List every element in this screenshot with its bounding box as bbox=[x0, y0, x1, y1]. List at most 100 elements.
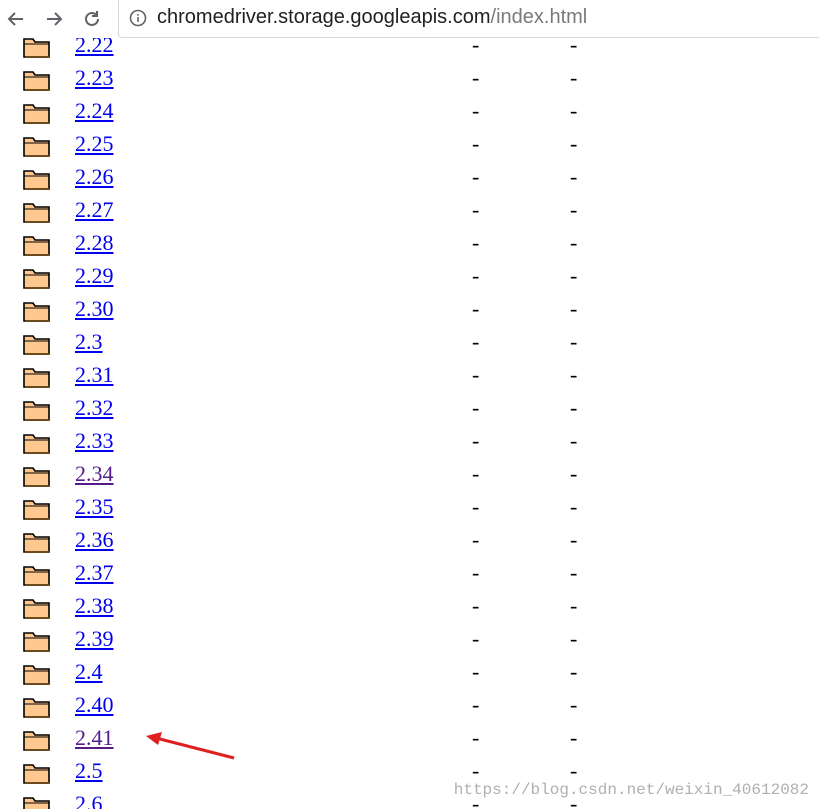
list-item: 2.22 - - bbox=[0, 38, 819, 63]
size-cell: - bbox=[570, 428, 578, 453]
address-bar[interactable]: chromedriver.storage.googleapis.com/inde… bbox=[118, 0, 819, 38]
folder-link[interactable]: 2.29 bbox=[75, 263, 114, 289]
reload-icon bbox=[85, 11, 99, 26]
url-host: chromedriver.storage.googleapis.com bbox=[157, 6, 491, 28]
size-cell: - bbox=[570, 263, 578, 288]
last-modified-cell: - bbox=[472, 593, 480, 618]
last-modified-cell: - bbox=[472, 560, 480, 585]
folder-link[interactable]: 2.37 bbox=[75, 560, 114, 586]
size-cell: - bbox=[570, 461, 578, 486]
list-item: 2.34 - - bbox=[0, 459, 819, 492]
list-item: 2.24 - - bbox=[0, 96, 819, 129]
folder-icon bbox=[23, 764, 50, 784]
folder-link[interactable]: 2.35 bbox=[75, 494, 114, 520]
last-modified-cell: - bbox=[472, 329, 480, 354]
folder-link[interactable]: 2.41 bbox=[75, 725, 114, 751]
last-modified-cell: - bbox=[472, 494, 480, 519]
folder-link[interactable]: 2.39 bbox=[75, 626, 114, 652]
size-cell: - bbox=[570, 38, 578, 57]
arrow-left-icon bbox=[7, 12, 23, 26]
last-modified-cell: - bbox=[472, 527, 480, 552]
folder-link[interactable]: 2.34 bbox=[75, 461, 114, 487]
folder-icon bbox=[23, 302, 50, 322]
folder-link[interactable]: 2.28 bbox=[75, 230, 114, 256]
last-modified-cell: - bbox=[472, 98, 480, 123]
reload-button[interactable] bbox=[76, 3, 108, 35]
last-modified-cell: - bbox=[472, 263, 480, 288]
list-item: 2.35 - - bbox=[0, 492, 819, 525]
folder-link[interactable]: 2.40 bbox=[75, 692, 114, 718]
folder-link[interactable]: 2.24 bbox=[75, 98, 114, 124]
size-cell: - bbox=[570, 98, 578, 123]
folder-link[interactable]: 2.5 bbox=[75, 758, 103, 784]
list-item: 2.25 - - bbox=[0, 129, 819, 162]
last-modified-cell: - bbox=[472, 131, 480, 156]
list-item: 2.31 - - bbox=[0, 360, 819, 393]
folder-icon bbox=[23, 698, 50, 718]
folder-link[interactable]: 2.4 bbox=[75, 659, 103, 685]
list-item: 2.40 - - bbox=[0, 690, 819, 723]
size-cell: - bbox=[570, 725, 578, 750]
list-item: 2.39 - - bbox=[0, 624, 819, 657]
browser-toolbar: chromedriver.storage.googleapis.com/inde… bbox=[0, 0, 819, 38]
back-button[interactable] bbox=[0, 3, 32, 35]
folder-link[interactable]: 2.32 bbox=[75, 395, 114, 421]
size-cell: - bbox=[570, 230, 578, 255]
folder-icon bbox=[23, 665, 50, 685]
folder-icon bbox=[23, 632, 50, 652]
folder-icon bbox=[23, 335, 50, 355]
folder-icon bbox=[23, 203, 50, 223]
list-item: 2.28 - - bbox=[0, 228, 819, 261]
folder-link[interactable]: 2.36 bbox=[75, 527, 114, 553]
watermark: https://blog.csdn.net/weixin_40612082 bbox=[453, 781, 809, 799]
list-item: 2.4 - - bbox=[0, 657, 819, 690]
list-item: 2.38 - - bbox=[0, 591, 819, 624]
folder-link[interactable]: 2.22 bbox=[75, 38, 114, 58]
annotation-arrow bbox=[146, 732, 235, 760]
last-modified-cell: - bbox=[472, 461, 480, 486]
folder-icon bbox=[23, 368, 50, 388]
folder-link[interactable]: 2.23 bbox=[75, 65, 114, 91]
folder-link[interactable]: 2.30 bbox=[75, 296, 114, 322]
list-item: 2.41 - - bbox=[0, 723, 819, 756]
folder-icon bbox=[23, 38, 50, 58]
url-text[interactable]: chromedriver.storage.googleapis.com/inde… bbox=[157, 6, 587, 29]
size-cell: - bbox=[570, 659, 578, 684]
last-modified-cell: - bbox=[472, 65, 480, 90]
size-cell: - bbox=[570, 164, 578, 189]
folder-link[interactable]: 2.31 bbox=[75, 362, 114, 388]
size-cell: - bbox=[570, 593, 578, 618]
list-item: 2.32 - - bbox=[0, 393, 819, 426]
list-item: 2.26 - - bbox=[0, 162, 819, 195]
directory-listing: 2.22- -2.23- -2.24- -2.25- -2.26- -2.27- -2.28… bbox=[0, 38, 819, 809]
folder-link[interactable]: 2.38 bbox=[75, 593, 114, 619]
arrow-right-icon bbox=[47, 12, 63, 26]
folder-icon bbox=[23, 170, 50, 190]
size-cell: - bbox=[570, 626, 578, 651]
last-modified-cell: - bbox=[472, 725, 480, 750]
list-item: 2.29 - - bbox=[0, 261, 819, 294]
info-icon[interactable] bbox=[129, 9, 147, 27]
folder-icon bbox=[23, 401, 50, 421]
list-item: 2.23 - - bbox=[0, 63, 819, 96]
folder-icon bbox=[23, 434, 50, 454]
folder-link[interactable]: 2.6 bbox=[75, 791, 103, 809]
folder-link[interactable]: 2.33 bbox=[75, 428, 114, 454]
forward-button[interactable] bbox=[38, 3, 70, 35]
folder-icon bbox=[23, 533, 50, 553]
folder-link[interactable]: 2.3 bbox=[75, 329, 103, 355]
folder-icon bbox=[23, 236, 50, 256]
size-cell: - bbox=[570, 527, 578, 552]
folder-icon bbox=[23, 137, 50, 157]
size-cell: - bbox=[570, 65, 578, 90]
url-path: /index.html bbox=[490, 6, 588, 28]
folder-link[interactable]: 2.25 bbox=[75, 131, 114, 157]
last-modified-cell: - bbox=[472, 164, 480, 189]
folder-link[interactable]: 2.26 bbox=[75, 164, 114, 190]
folder-icon bbox=[23, 797, 50, 809]
size-cell: - bbox=[570, 362, 578, 387]
last-modified-cell: - bbox=[472, 230, 480, 255]
folder-icon bbox=[23, 269, 50, 289]
folder-link[interactable]: 2.27 bbox=[75, 197, 114, 223]
folder-icon bbox=[23, 500, 50, 520]
